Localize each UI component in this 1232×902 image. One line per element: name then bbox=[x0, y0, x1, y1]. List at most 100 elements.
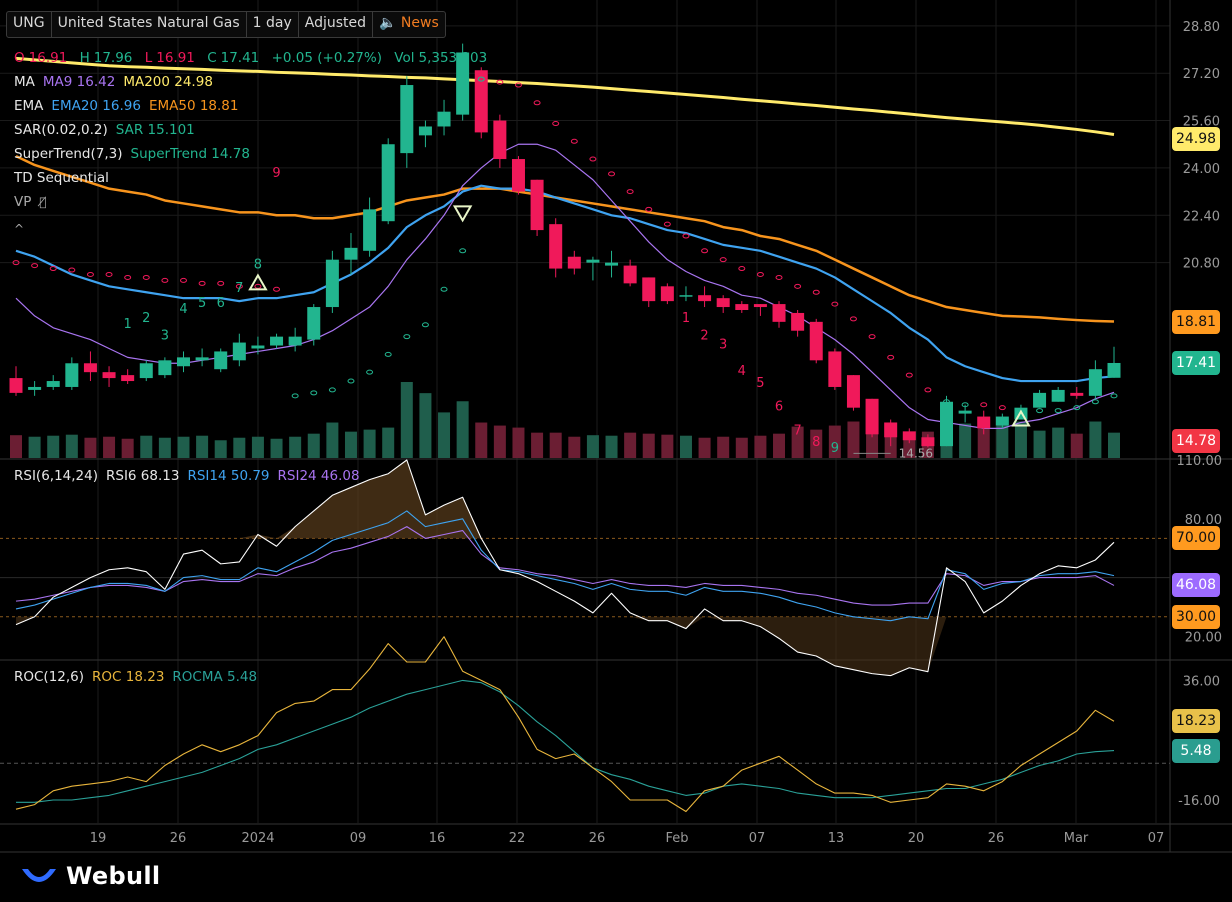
sar-legend[interactable]: SAR(0.02,0.2) SAR 15.101 bbox=[14, 122, 203, 138]
td-count-label: 7 bbox=[793, 423, 801, 438]
candle-body bbox=[1033, 392, 1047, 408]
sar-dot bbox=[980, 402, 988, 408]
ma9-line bbox=[15, 143, 1115, 429]
supertrend-legend[interactable]: SuperTrend(7,3) SuperTrend 14.78 bbox=[14, 146, 258, 162]
volume-bar bbox=[1089, 421, 1102, 458]
ma-legend[interactable]: MA MA9 16.42 MA200 24.98 bbox=[14, 74, 221, 90]
td-legend[interactable]: TD Sequential bbox=[14, 170, 117, 186]
time-axis-label: 26 bbox=[589, 831, 606, 846]
volume-bar bbox=[400, 382, 413, 458]
volume-bar bbox=[679, 435, 692, 458]
sar-value: SAR 15.101 bbox=[115, 122, 195, 138]
candle-body bbox=[1070, 392, 1084, 396]
sar-dot bbox=[421, 322, 429, 328]
sar-dot bbox=[31, 263, 39, 269]
sar-dot bbox=[589, 156, 597, 162]
sar-dot bbox=[663, 221, 671, 227]
volume-bar bbox=[10, 435, 22, 458]
sar-dot bbox=[812, 289, 820, 295]
candle-body bbox=[214, 351, 228, 370]
candle-body bbox=[884, 422, 898, 438]
price-tag: 70.00 bbox=[1172, 526, 1220, 551]
candle-body bbox=[139, 363, 153, 379]
news-label: News bbox=[400, 15, 439, 31]
ohlc-legend: O 16.91 H 17.96 L 16.91 C 17.41 +0.05 (+0.27… bbox=[14, 50, 495, 66]
candle-body bbox=[940, 401, 954, 447]
rocma-value: ROCMA 5.48 bbox=[172, 669, 258, 685]
time-axis-label: 09 bbox=[350, 831, 367, 846]
td-count-label: 2 bbox=[142, 311, 150, 326]
volume-bar bbox=[196, 435, 209, 458]
adjust-selector[interactable]: Adjusted bbox=[299, 12, 374, 37]
ema-legend[interactable]: EMA EMA20 16.96 EMA50 18.81 bbox=[14, 98, 246, 114]
interval-selector[interactable]: 1 day bbox=[247, 12, 299, 37]
collapse-legend-icon[interactable]: ^ bbox=[14, 222, 24, 236]
candle-body bbox=[381, 144, 395, 222]
sar-dot bbox=[1054, 408, 1062, 414]
sar-dot bbox=[366, 369, 374, 375]
news-button[interactable]: 🔈 News bbox=[373, 12, 445, 37]
candle-body bbox=[437, 111, 451, 127]
close-value: 17.41 bbox=[220, 50, 260, 66]
candle-body bbox=[809, 321, 823, 361]
roc-legend[interactable]: ROC(12,6) ROC 18.23 ROCMA 5.48 bbox=[14, 669, 265, 685]
td-count-label: 6 bbox=[775, 400, 783, 415]
low-label: L bbox=[144, 50, 153, 66]
volume-bar bbox=[605, 435, 618, 458]
volume-bar bbox=[84, 437, 97, 458]
rsi-legend[interactable]: RSI(6,14,24) RSI6 68.13 RSI14 50.79 RSI24 4… bbox=[14, 468, 368, 484]
td-count-label: 5 bbox=[756, 376, 764, 391]
candle-body bbox=[344, 247, 358, 260]
speaker-icon: 🔈 bbox=[379, 15, 397, 31]
td-count-label: 6 bbox=[217, 296, 225, 311]
price-tag: 46.08 bbox=[1172, 573, 1220, 598]
sar-dot bbox=[905, 372, 913, 378]
vp-legend[interactable]: VP 👁̸ bbox=[14, 194, 55, 210]
sar-dot bbox=[887, 354, 895, 360]
volume-bar bbox=[661, 434, 674, 458]
rsi-oversold-area bbox=[16, 616, 1114, 676]
candle-body bbox=[791, 312, 805, 331]
volume-bar bbox=[456, 401, 469, 458]
low-value: 16.91 bbox=[156, 50, 195, 66]
price-axis-label: 28.80 bbox=[1183, 20, 1220, 35]
candle-body bbox=[474, 70, 488, 133]
volume-bar bbox=[698, 437, 711, 458]
td-count-label: 1 bbox=[682, 311, 690, 326]
volume-bar bbox=[326, 422, 339, 458]
volume-bar bbox=[65, 434, 78, 458]
candle-body bbox=[865, 398, 879, 435]
eye-hidden-icon[interactable]: 👁̸ bbox=[39, 195, 46, 209]
time-axis-label: 07 bbox=[1148, 831, 1165, 846]
sar-dot bbox=[291, 393, 299, 399]
volume-bars bbox=[10, 382, 1120, 458]
volume-bar bbox=[1108, 432, 1120, 458]
sar-dot bbox=[49, 266, 57, 272]
candle-body bbox=[288, 336, 302, 346]
sar-dot bbox=[86, 271, 94, 277]
ema50-value: EMA50 18.81 bbox=[148, 98, 239, 114]
volume-bar bbox=[1052, 427, 1065, 458]
candle-body bbox=[418, 126, 432, 136]
sell-signal-triangle bbox=[452, 205, 473, 223]
roc-name: ROC(12,6) bbox=[14, 669, 85, 685]
webull-logo: Webull bbox=[20, 862, 160, 890]
candle-body bbox=[158, 360, 172, 376]
open-label: O bbox=[14, 50, 25, 66]
volume-bar bbox=[754, 435, 767, 458]
open-value: 16.91 bbox=[28, 50, 68, 66]
sar-dot bbox=[161, 277, 169, 283]
symbol-ticker[interactable]: UNG bbox=[7, 12, 52, 37]
sar-dot bbox=[570, 138, 578, 144]
time-axis-label: 2024 bbox=[241, 831, 274, 846]
price-axis-label: 22.40 bbox=[1183, 209, 1220, 224]
symbol-name[interactable]: United States Natural Gas bbox=[52, 12, 247, 37]
volume-bar bbox=[344, 431, 357, 458]
rsi-axis-label: 110.00 bbox=[1177, 454, 1223, 469]
time-axis-label: 19 bbox=[90, 831, 107, 846]
volume-bar bbox=[549, 432, 562, 458]
price-axis-label: 27.20 bbox=[1183, 67, 1220, 82]
volume-bar bbox=[624, 432, 637, 458]
rsi-name: RSI(6,14,24) bbox=[14, 468, 98, 484]
sar-dot bbox=[552, 121, 560, 127]
